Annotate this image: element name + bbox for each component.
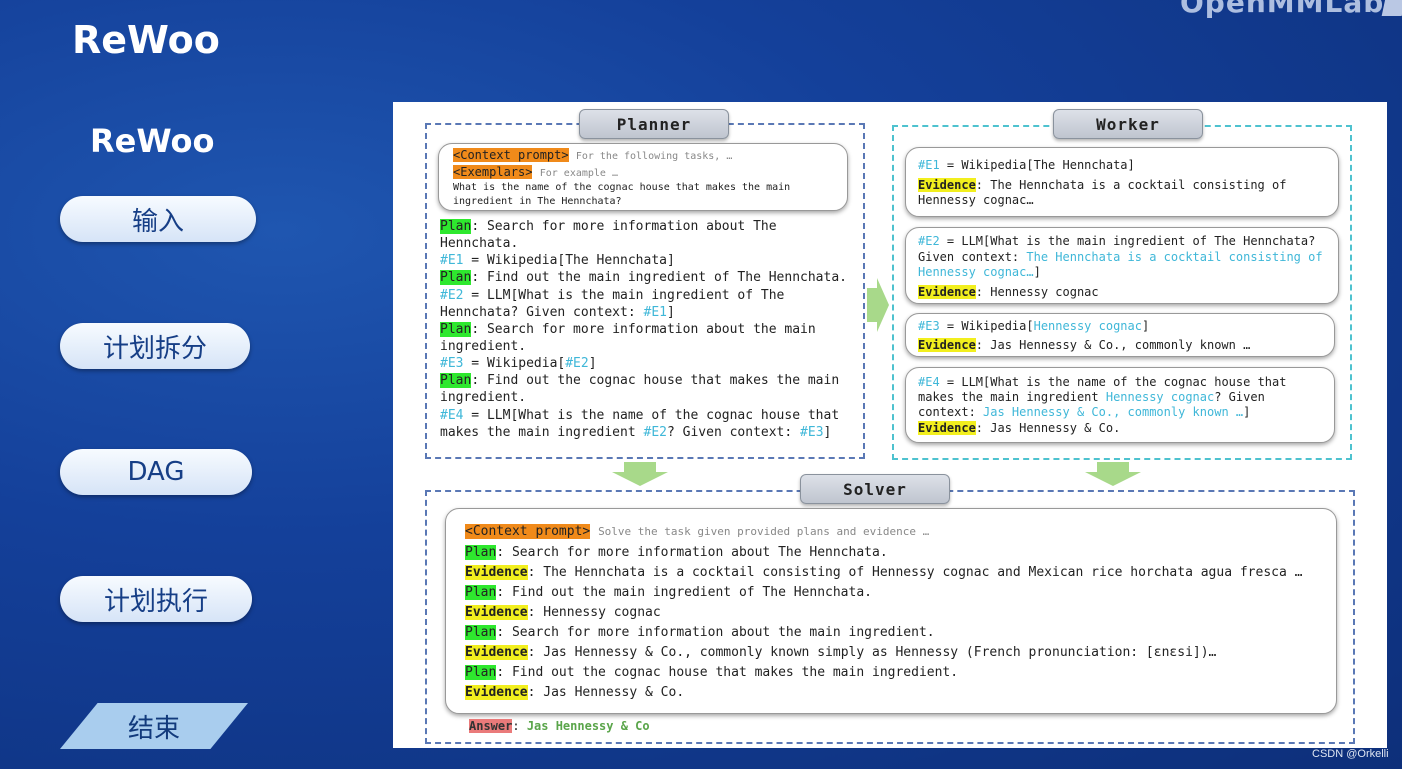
- answer-text: Jas Hennessy & Co: [526, 719, 650, 733]
- solver-line: Plan: Search for more information about …: [465, 545, 888, 560]
- evidence-tag: Evidence: [918, 421, 976, 435]
- planner-line: Hennchata.: [440, 236, 519, 251]
- solver-line: Evidence: Jas Hennessy & Co., commonly k…: [465, 645, 1217, 660]
- planner-question-line-2: ingredient in The Hennchata?: [453, 196, 622, 207]
- planner-exemplars-line: <Exemplars> For example …: [453, 165, 618, 179]
- solver-line: Evidence: Hennessy cognac: [465, 605, 661, 620]
- evidence-tag: Evidence: [918, 178, 976, 192]
- evidence-tag: Evidence: [465, 645, 528, 660]
- var-e4: #E4: [440, 408, 464, 423]
- worker-line: Evidence: Jas Hennessy & Co., commonly k…: [918, 338, 1251, 352]
- planner-line: ingredient.: [440, 390, 527, 405]
- evidence-tag: Evidence: [465, 605, 528, 620]
- plan-tag: Plan: [465, 665, 497, 680]
- context-prompt-text: For the following tasks, …: [575, 151, 733, 162]
- var-e3: #E3: [440, 356, 464, 371]
- answer-tag: Answer: [469, 719, 513, 733]
- exemplars-tag: <Exemplars>: [453, 165, 533, 179]
- planner-line: ingredient.: [440, 339, 527, 354]
- worker-line: Evidence: Hennessy cognac: [918, 285, 1099, 299]
- plan-tag: Plan: [440, 270, 472, 285]
- planner-line: #E1 = Wikipedia[The Hennchata]: [440, 253, 675, 268]
- var-e1: #E1: [440, 253, 464, 268]
- plan-tag: Plan: [465, 545, 497, 560]
- plan-tag: Plan: [440, 219, 472, 234]
- nav-item-input[interactable]: 输入: [60, 196, 256, 242]
- exemplars-text: For example …: [539, 168, 618, 179]
- evidence-tag: Evidence: [465, 565, 528, 580]
- worker-line: makes the main ingredient Hennessy cogna…: [918, 390, 1265, 404]
- worker-line: #E3 = Wikipedia[Hennessy cognac]: [918, 319, 1150, 333]
- solver-line: Plan: Find out the cognac house that mak…: [465, 665, 959, 680]
- answer-line: Answer: Jas Hennessy & Co: [469, 719, 650, 733]
- watermark: CSDN @Orkelli: [1312, 748, 1389, 760]
- brand-logo-icon: [1381, 0, 1402, 16]
- context-prompt-tag: <Context prompt>: [453, 148, 569, 162]
- planner-line: #E3 = Wikipedia[#E2]: [440, 356, 597, 371]
- worker-line: Given context: The Hennchata is a cockta…: [918, 250, 1323, 264]
- worker-line: #E2 = LLM[What is the main ingredient of…: [918, 234, 1316, 248]
- planner-line: #E2 = LLM[What is the main ingredient of…: [440, 288, 785, 303]
- arrow-down-icon: [1085, 462, 1141, 486]
- evidence-tag: Evidence: [918, 338, 976, 352]
- planner-line: Hennchata? Given context: #E1]: [440, 305, 675, 320]
- arrow-down-icon: [612, 462, 668, 486]
- solver-line: Plan: Find out the main ingredient of Th…: [465, 585, 872, 600]
- planner-line: makes the main ingredient #E2? Given con…: [440, 425, 832, 440]
- evidence-tag: Evidence: [465, 685, 528, 700]
- worker-title: Worker: [1053, 109, 1203, 139]
- worker-line: Evidence: Jas Hennessy & Co.: [918, 421, 1121, 435]
- worker-line: #E1 = Wikipedia[The Hennchata]: [918, 158, 1135, 172]
- plan-tag: Plan: [465, 625, 497, 640]
- rewoo-diagram: Planner <Context prompt> For the followi…: [393, 102, 1387, 748]
- planner-question-line-1: What is the name of the cognac house tha…: [453, 182, 791, 193]
- nav-item-plan-split[interactable]: 计划拆分: [60, 323, 250, 369]
- planner-line: #E4 = LLM[What is the name of the cognac…: [440, 408, 840, 423]
- solver-context-line: <Context prompt> Solve the task given pr…: [465, 524, 929, 539]
- arrow-right-icon: [867, 278, 889, 332]
- context-prompt-text: Solve the task given provided plans and …: [598, 525, 930, 538]
- worker-line: Evidence: The Hennchata is a cocktail co…: [918, 178, 1287, 192]
- worker-line: #E4 = LLM[What is the name of the cognac…: [918, 375, 1287, 389]
- planner-context-line: <Context prompt> For the following tasks…: [453, 148, 732, 162]
- plan-tag: Plan: [440, 373, 472, 388]
- planner-line: Plan: Find out the cognac house that mak…: [440, 373, 840, 388]
- page-title: ReWoo: [72, 18, 220, 62]
- nav-item-end[interactable]: 结束: [60, 703, 248, 749]
- nav-item-dag[interactable]: DAG: [60, 449, 252, 495]
- var-e2: #E2: [440, 288, 464, 303]
- planner-line: Plan: Find out the main ingredient of Th…: [440, 270, 847, 285]
- solver-line: Plan: Search for more information about …: [465, 625, 935, 640]
- solver-line: Evidence: Jas Hennessy & Co.: [465, 685, 685, 700]
- nav-item-plan-execute[interactable]: 计划执行: [60, 576, 252, 622]
- planner-line: Plan: Search for more information about …: [440, 322, 816, 337]
- plan-tag: Plan: [440, 322, 472, 337]
- solver-line: Evidence: The Hennchata is a cocktail co…: [465, 565, 1303, 580]
- context-prompt-tag: <Context prompt>: [465, 524, 591, 539]
- brand-logo-text: OpenMMLab: [1180, 0, 1385, 19]
- plan-tag: Plan: [465, 585, 497, 600]
- planner-title: Planner: [579, 109, 729, 139]
- worker-line: context: Jas Hennessy & Co., commonly kn…: [918, 405, 1251, 419]
- section-title: ReWoo: [90, 122, 215, 160]
- solver-title: Solver: [800, 474, 950, 504]
- worker-line: Hennessy cognac…: [918, 193, 1034, 207]
- evidence-tag: Evidence: [918, 285, 976, 299]
- worker-line: Hennessy cognac…]: [918, 265, 1041, 279]
- planner-line: Plan: Search for more information about …: [440, 219, 777, 234]
